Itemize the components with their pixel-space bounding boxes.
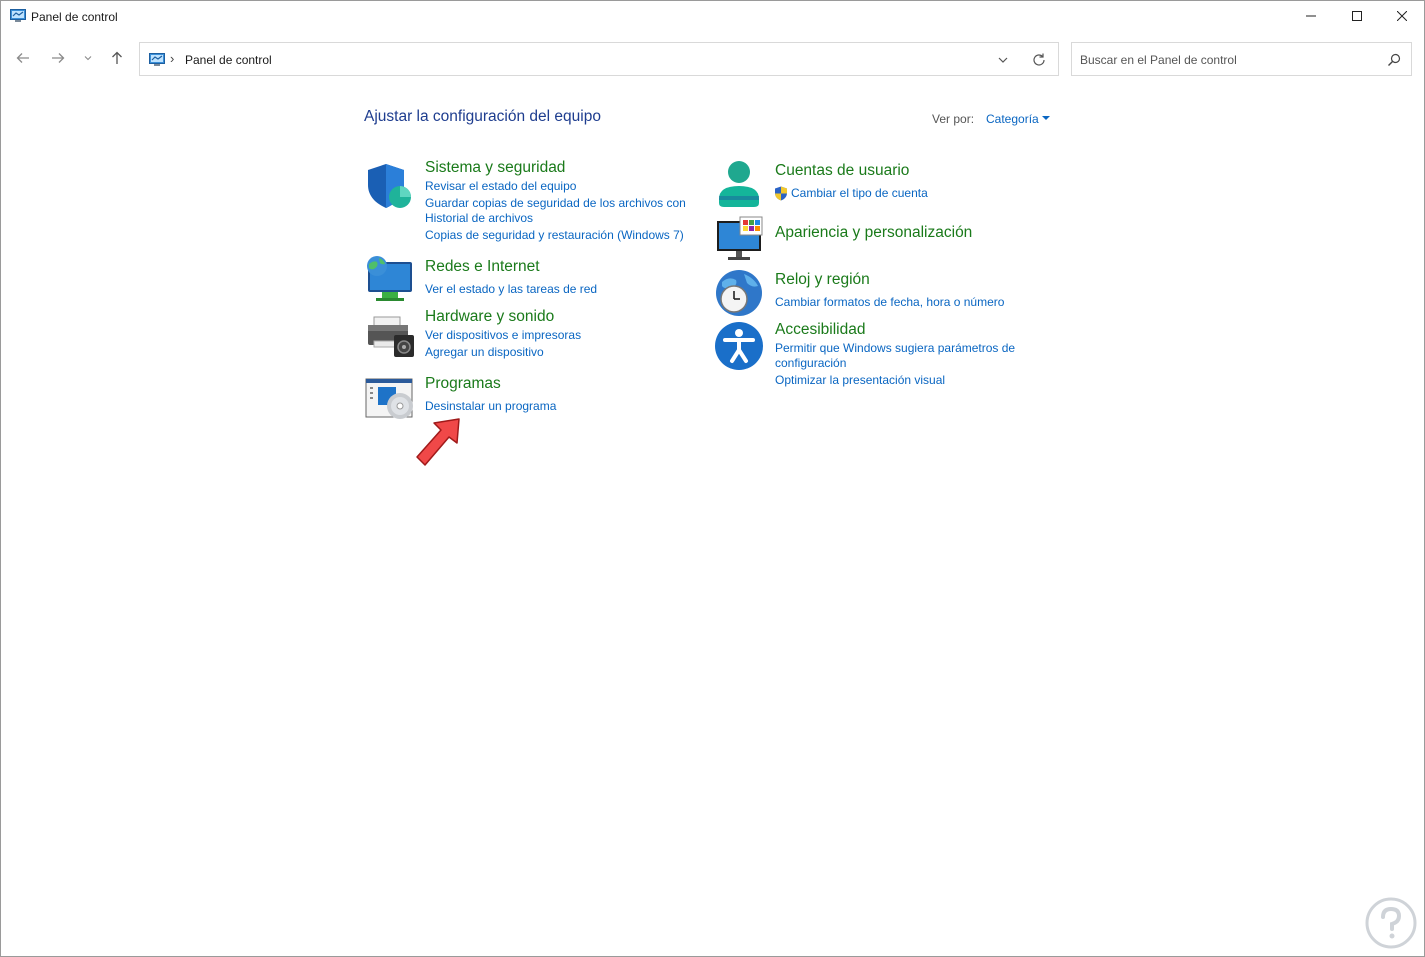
category-programas-title[interactable]: Programas	[425, 375, 501, 393]
control-panel-icon	[149, 53, 165, 66]
link-optimizar-presentacion[interactable]: Optimizar la presentación visual	[775, 373, 945, 388]
user-icon[interactable]	[714, 159, 764, 209]
link-historial-archivos[interactable]: Historial de archivos	[425, 211, 533, 226]
window-title: Panel de control	[31, 10, 118, 24]
back-button[interactable]	[12, 47, 34, 69]
caret-down-icon[interactable]	[1042, 116, 1050, 120]
control-panel-icon	[10, 9, 26, 22]
link-estado-red[interactable]: Ver el estado y las tareas de red	[425, 282, 597, 297]
search-icon[interactable]	[1386, 52, 1402, 68]
minimize-icon	[1306, 15, 1316, 17]
chevron-down-icon[interactable]	[995, 52, 1011, 68]
accessibility-icon[interactable]	[714, 321, 764, 371]
view-by-dropdown[interactable]: Categoría	[986, 112, 1039, 126]
uac-shield-icon	[775, 186, 787, 201]
forward-button[interactable]	[47, 47, 69, 69]
link-cambiar-tipo-cuenta[interactable]: Cambiar el tipo de cuenta	[791, 186, 928, 201]
breadcrumb-separator[interactable]: ›	[170, 51, 174, 66]
maximize-icon	[1352, 11, 1362, 21]
link-configuracion[interactable]: configuración	[775, 356, 846, 371]
shield-icon[interactable]	[364, 161, 414, 211]
category-apariencia-title[interactable]: Apariencia y personalización	[775, 224, 972, 242]
category-sistema-title[interactable]: Sistema y seguridad	[425, 159, 565, 177]
breadcrumb-control-panel[interactable]: Panel de control	[185, 53, 272, 67]
address-bar[interactable]: › Panel de control	[139, 42, 1059, 76]
watermark-logo	[1365, 897, 1417, 949]
minimize-button[interactable]	[1288, 1, 1334, 31]
control-panel-window: Panel de control › Panel de control Busc…	[0, 0, 1425, 957]
link-ver-dispositivos[interactable]: Ver dispositivos e impresoras	[425, 328, 581, 343]
programs-icon[interactable]	[364, 376, 414, 426]
link-revisar-estado[interactable]: Revisar el estado del equipo	[425, 179, 576, 194]
category-redes-title[interactable]: Redes e Internet	[425, 258, 540, 276]
search-input[interactable]	[1080, 51, 1380, 69]
link-permitir-sugerencias[interactable]: Permitir que Windows sugiera parámetros …	[775, 341, 1015, 356]
arrow-right-icon	[52, 53, 65, 63]
link-copias-restauracion[interactable]: Copias de seguridad y restauración (Wind…	[425, 228, 684, 243]
up-button[interactable]	[106, 47, 128, 69]
search-box[interactable]	[1071, 42, 1412, 76]
arrow-up-icon	[112, 51, 122, 64]
chevron-down-icon	[84, 56, 92, 61]
recent-locations-button[interactable]	[78, 47, 98, 69]
category-hardware-title[interactable]: Hardware y sonido	[425, 308, 554, 326]
link-guardar-copias[interactable]: Guardar copias de seguridad de los archi…	[425, 196, 686, 211]
maximize-button[interactable]	[1334, 1, 1380, 31]
page-title: Ajustar la configuración del equipo	[364, 108, 601, 125]
close-icon	[1397, 11, 1407, 21]
link-agregar-dispositivo[interactable]: Agregar un dispositivo	[425, 345, 544, 360]
refresh-icon[interactable]	[1030, 51, 1048, 69]
title-bar[interactable]: Panel de control	[1, 1, 1424, 33]
link-desinstalar-programa[interactable]: Desinstalar un programa	[425, 399, 556, 414]
network-icon[interactable]	[364, 254, 414, 304]
category-reloj-title[interactable]: Reloj y región	[775, 271, 870, 289]
category-cuentas-title[interactable]: Cuentas de usuario	[775, 162, 909, 180]
printer-icon[interactable]	[364, 311, 414, 361]
link-cambiar-formatos[interactable]: Cambiar formatos de fecha, hora o número	[775, 295, 1004, 310]
close-button[interactable]	[1379, 1, 1425, 31]
clock-globe-icon[interactable]	[714, 268, 764, 318]
arrow-left-icon	[16, 53, 29, 63]
view-by-label: Ver por:	[932, 112, 975, 126]
monitor-palette-icon[interactable]	[714, 215, 764, 265]
annotation-arrow-icon	[416, 418, 460, 466]
category-accesibilidad-title[interactable]: Accesibilidad	[775, 321, 865, 339]
